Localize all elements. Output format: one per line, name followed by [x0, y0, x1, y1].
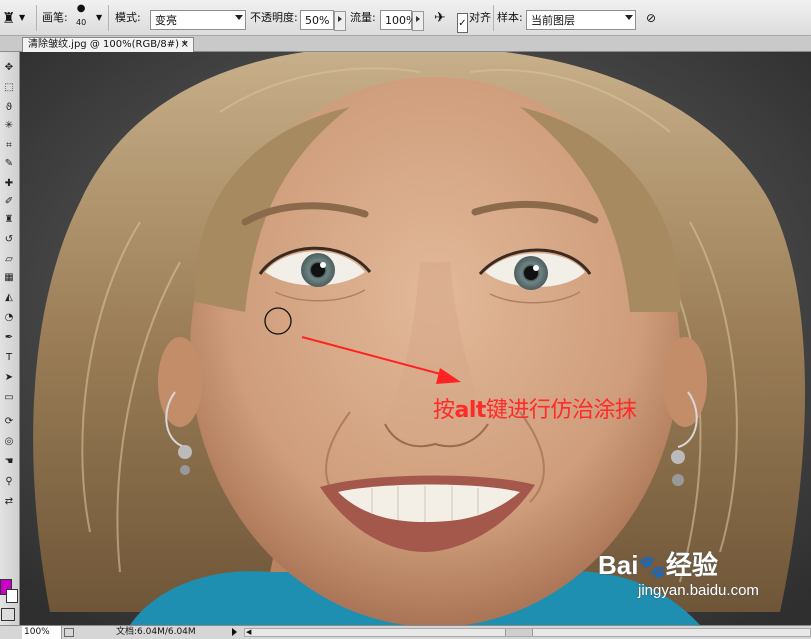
watermark-url: jingyan.baidu.com [638, 582, 759, 599]
mode-label: 模式: [115, 11, 141, 24]
options-bar: ♜ ▼ 画笔: ● 40 ▼ 模式: 变亮 不透明度: 50% 流量: 100%… [0, 0, 811, 36]
path-selection-icon[interactable]: ➤ [1, 370, 17, 386]
document-tab-bar: 清除皱纹.jpg @ 100%(RGB/8#) * × [0, 36, 811, 52]
align-checkbox[interactable]: ✓ [457, 13, 468, 33]
hand-icon[interactable]: ☚ [1, 454, 17, 470]
scrollbar-thumb[interactable] [505, 629, 533, 636]
mode-select[interactable]: 变亮 [150, 10, 246, 30]
watermark-brand-end: 经验 [665, 550, 718, 580]
brush-picker-dropdown-icon[interactable]: ▼ [96, 8, 102, 28]
history-brush-icon[interactable]: ↺ [1, 232, 17, 248]
eyedropper-icon[interactable]: ✎ [1, 156, 17, 172]
brush-picker[interactable]: ● 40 [76, 3, 86, 28]
baidu-jingyan-watermark: Bai🐾经验 jingyan.baidu.com [598, 550, 759, 599]
chevron-down-icon [235, 15, 243, 20]
status-menu-arrow-icon[interactable] [232, 628, 237, 636]
flow-label: 流量: [350, 11, 376, 24]
zoom-field[interactable]: 100% [22, 626, 62, 639]
clone-stamp-tool-icon[interactable]: ♜ [2, 8, 15, 28]
status-bar: 100% 文档:6.04M/6.04M ◀ [0, 625, 811, 639]
eraser-icon[interactable]: ▱ [1, 252, 17, 268]
healing-brush-icon[interactable]: ✚ [1, 176, 17, 192]
sample-value: 当前图层 [531, 14, 575, 27]
sample-label: 样本: [497, 11, 523, 24]
pen-icon[interactable]: ✒ [1, 330, 17, 346]
annotation-suffix: 键进行仿治涂抹 [485, 398, 637, 423]
mode-value: 变亮 [155, 14, 177, 27]
3d-orbit-icon[interactable]: ◎ [1, 434, 17, 450]
move-icon[interactable]: ✥ [1, 60, 17, 76]
brush-size: 40 [76, 18, 87, 27]
clone-stamp-icon[interactable]: ♜ [1, 212, 17, 228]
annotation-text: 按alt键进行仿治涂抹 [433, 392, 637, 424]
portrait-photo [20, 52, 811, 625]
scroll-left-icon[interactable]: ◀ [246, 629, 251, 636]
annotation-key: alt [454, 398, 487, 423]
3d-rotate-icon[interactable]: ⟳ [1, 414, 17, 430]
magic-wand-icon[interactable]: ✳ [1, 118, 17, 134]
brush-dot-icon: ● [76, 3, 86, 14]
toolbox: ✥ ⬚ ϑ ✳ ⌗ ✎ ✚ ✐ ♜ ↺ ▱ ▦ ◭ ◔ ✒ T ➤ ▭ ⟳ ◎ ☚ ⚲ ⇄ [0, 52, 20, 625]
align-label: 对齐 [469, 11, 491, 24]
shape-icon[interactable]: ▭ [1, 390, 17, 406]
tool-preset-dropdown-icon[interactable]: ▼ [19, 8, 25, 28]
sample-select[interactable]: 当前图层 [526, 10, 636, 30]
zoom-icon[interactable]: ⚲ [1, 474, 17, 490]
dodge-icon[interactable]: ◔ [1, 310, 17, 326]
document-size-info: 文档:6.04M/6.04M [116, 627, 196, 637]
document-tab-title: 清除皱纹.jpg @ 100%(RGB/8#) * [28, 39, 188, 50]
flow-slider-button[interactable] [412, 11, 424, 31]
swap-colors-icon[interactable]: ⇄ [1, 494, 17, 510]
ignore-adjustment-layers-icon[interactable]: ⊘ [646, 8, 656, 28]
marquee-icon[interactable]: ⬚ [1, 80, 17, 96]
brush-icon[interactable]: ✐ [1, 194, 17, 210]
quick-mask-icon[interactable] [1, 608, 15, 621]
lasso-icon[interactable]: ϑ [1, 100, 17, 116]
background-color-swatch[interactable] [6, 589, 18, 603]
baidu-paw-icon: 🐾 [638, 554, 666, 579]
airbrush-icon[interactable]: ✈ [434, 8, 446, 28]
close-icon[interactable]: × [181, 38, 189, 51]
horizontal-scrollbar[interactable]: ◀ [244, 628, 811, 637]
document-tab[interactable]: 清除皱纹.jpg @ 100%(RGB/8#) * × [22, 37, 194, 52]
flow-input[interactable]: 100% [380, 10, 416, 30]
watermark-brand: Bai [598, 550, 639, 580]
blur-icon[interactable]: ◭ [1, 290, 17, 306]
annotation-prefix: 按 [433, 398, 455, 423]
chevron-down-icon [625, 15, 633, 20]
document-info-icon[interactable] [64, 628, 74, 637]
type-icon[interactable]: T [1, 350, 17, 366]
brush-label: 画笔: [42, 11, 68, 24]
opacity-label: 不透明度: [250, 11, 298, 24]
gradient-icon[interactable]: ▦ [1, 270, 17, 286]
crop-icon[interactable]: ⌗ [1, 138, 17, 154]
opacity-slider-button[interactable] [334, 11, 346, 31]
image-canvas[interactable]: 按alt键进行仿治涂抹 Bai🐾经验 jingyan.baidu.com [20, 52, 811, 625]
opacity-input[interactable]: 50% [300, 10, 334, 30]
